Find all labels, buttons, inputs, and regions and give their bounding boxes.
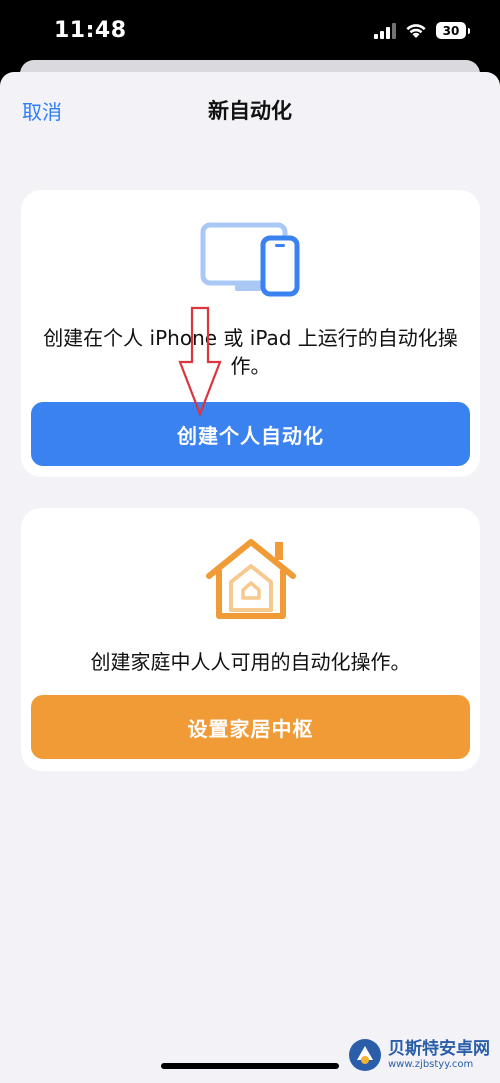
- home-automation-card: 创建家庭中人人可用的自动化操作。 设置家居中枢: [21, 508, 480, 771]
- watermark-url: www.zjbstyy.com: [388, 1059, 474, 1070]
- watermark-title: 贝斯特安卓网: [388, 1039, 490, 1059]
- create-personal-automation-button[interactable]: 创建个人自动化: [31, 402, 470, 466]
- annotation-arrow-icon: [178, 306, 222, 418]
- watermark: 贝斯特安卓网 www.zjbstyy.com: [348, 1038, 490, 1072]
- nav-bar: 取消 新自动化: [0, 72, 500, 146]
- home-icon: [205, 539, 296, 619]
- setup-home-hub-button[interactable]: 设置家居中枢: [31, 695, 470, 759]
- status-time: 11:48: [54, 18, 127, 43]
- watermark-logo-icon: [349, 1039, 381, 1071]
- phone-screen: 11:48 30 取消 新自动化 创建在个人 iPhone 或 iPad 上运行…: [0, 0, 500, 1083]
- battery-icon: 30: [436, 22, 470, 39]
- wifi-icon: [406, 23, 426, 38]
- page-title: 新自动化: [208, 99, 292, 123]
- home-automation-description: 创建家庭中人人可用的自动化操作。: [90, 650, 411, 674]
- status-icons: 30: [374, 22, 470, 39]
- personal-automation-card: 创建在个人 iPhone 或 iPad 上运行的自动化操作。 创建个人自动化: [21, 190, 480, 477]
- home-indicator: [161, 1063, 339, 1069]
- new-automation-sheet: 取消 新自动化 创建在个人 iPhone 或 iPad 上运行的自动化操作。 创…: [0, 72, 500, 1083]
- personal-automation-description: 创建在个人 iPhone 或 iPad 上运行的自动化操作。: [43, 326, 458, 378]
- status-bar: 11:48 30: [0, 0, 500, 62]
- cellular-signal-icon: [374, 22, 396, 39]
- devices-icon: [200, 222, 299, 297]
